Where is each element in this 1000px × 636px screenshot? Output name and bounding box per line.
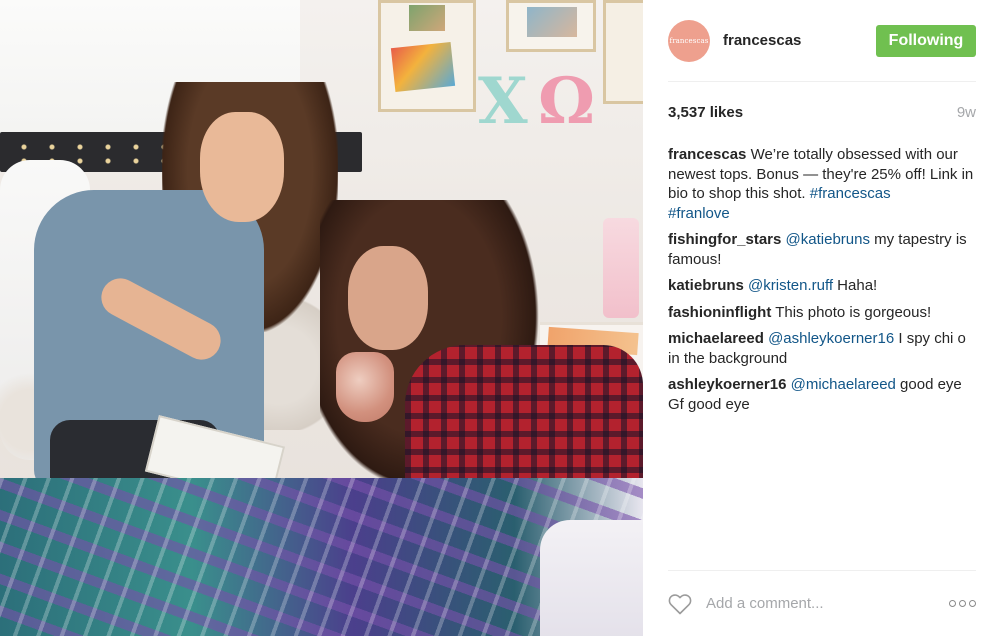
photo-person-right-face [348,246,428,350]
likes-count[interactable]: 3,537 likes [668,104,743,121]
comment-bar [668,570,976,636]
hashtag-link[interactable]: #franlove [668,205,730,222]
post-header: francescas francescas Following [668,0,976,82]
comment-author-link[interactable]: michaelareed [668,330,764,347]
hashtag-link[interactable]: #francescas [810,185,891,202]
photo-jar [603,218,639,318]
comment-text: Haha! [833,277,878,294]
comment-item: fashioninflight This photo is gorgeous! [668,303,976,323]
following-button[interactable]: Following [876,24,976,57]
photo-sheet [540,520,643,636]
photo-glass [336,352,394,422]
post-side-panel: francescas francescas Following 3,537 li… [643,0,1000,636]
avatar-logo-text: francescas [669,36,709,45]
mention-link[interactable]: @katiebruns [786,231,870,248]
caption: francescas We’re totally obsessed with o… [668,145,976,223]
comment-item: michaelareed @ashleykoerner16 I spy chi … [668,329,976,368]
photo-omega-letter: Ω [538,64,595,139]
comment-item: katiebruns @kristen.ruff Haha! [668,276,976,296]
comment-item: ashleykoerner16 @michaelareed good eye G… [668,375,976,414]
comments-list: francescas We’re totally obsessed with o… [668,145,976,421]
add-comment-input[interactable] [706,595,941,612]
comment-item: fishingfor_stars @katiebruns my tapestry… [668,230,976,269]
comment-author-link[interactable]: katiebruns [668,277,744,294]
photo-chi-letter: Χ [478,64,528,139]
post-photo[interactable]: Χ Ω [0,0,643,636]
mention-link[interactable]: @kristen.ruff [748,277,833,294]
comment-author-link[interactable]: ashleykoerner16 [668,376,786,393]
photo-wall-frame [603,0,643,104]
photo-wall-frame [506,0,596,52]
photo-person-left-face [200,112,284,222]
more-options-icon[interactable] [949,600,976,607]
instagram-post: Χ Ω francescas francescas Following 3,53… [0,0,1000,636]
heart-icon[interactable] [668,593,692,615]
post-stats: 3,537 likes 9w [668,104,976,121]
username-link[interactable]: francescas [723,32,876,49]
post-time-ago[interactable]: 9w [957,104,976,121]
comment-author-link[interactable]: francescas [668,146,746,163]
mention-link[interactable]: @ashleykoerner16 [768,330,894,347]
comment-author-link[interactable]: fashioninflight [668,304,771,321]
avatar[interactable]: francescas [668,19,710,62]
comment-text: This photo is gorgeous! [771,303,932,321]
photo-wall-frame [378,0,476,112]
comment-author-link[interactable]: fishingfor_stars [668,231,781,248]
mention-link[interactable]: @michaelareed [791,376,896,393]
